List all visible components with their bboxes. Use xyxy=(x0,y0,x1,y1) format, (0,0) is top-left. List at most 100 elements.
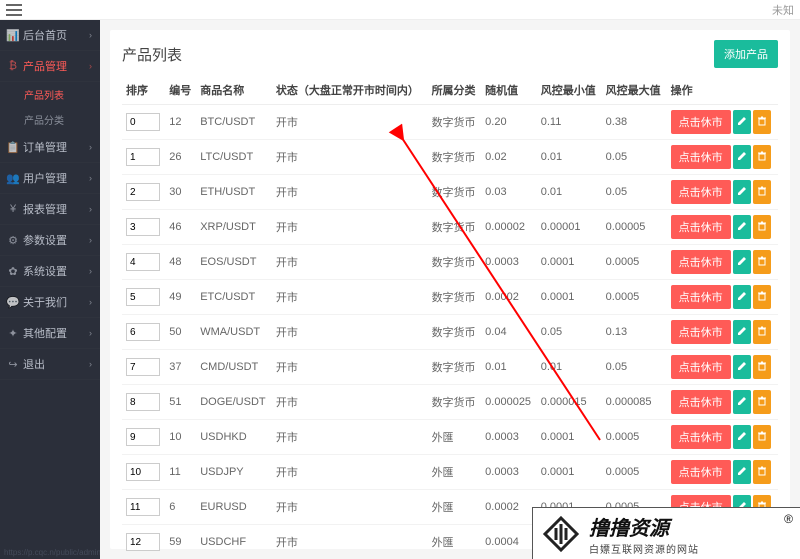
edit-button[interactable] xyxy=(733,460,751,484)
table-row: 10USDHKD开市外匯0.00030.00010.0005点击休市 xyxy=(122,420,778,455)
edit-button[interactable] xyxy=(733,180,751,204)
delete-button[interactable] xyxy=(753,110,771,134)
sidebar-item-0[interactable]: 📊后台首页› xyxy=(0,20,100,51)
sidebar-item-5[interactable]: ⚙参数设置› xyxy=(0,225,100,256)
cell-category: 数字货币 xyxy=(428,175,482,210)
sort-input[interactable] xyxy=(126,323,160,341)
toggle-market-button[interactable]: 点击休市 xyxy=(671,145,731,169)
column-header: 所属分类 xyxy=(428,76,482,105)
product-icon: ₿ xyxy=(8,61,18,71)
cell-max: 0.05 xyxy=(602,350,667,385)
toggle-market-button[interactable]: 点击休市 xyxy=(671,390,731,414)
edit-button[interactable] xyxy=(733,390,751,414)
cell-id: 59 xyxy=(165,525,196,559)
edit-button[interactable] xyxy=(733,425,751,449)
sort-input[interactable] xyxy=(126,288,160,306)
delete-button[interactable] xyxy=(753,180,771,204)
chevron-right-icon: › xyxy=(89,173,92,183)
cell-status: 开市 xyxy=(272,280,428,315)
table-row: 49ETC/USDT开市数字货币0.00020.00010.0005点击休市 xyxy=(122,280,778,315)
cell-min: 0.00001 xyxy=(537,210,602,245)
delete-button[interactable] xyxy=(753,145,771,169)
sidebar-item-3[interactable]: 👥用户管理› xyxy=(0,163,100,194)
toggle-market-button[interactable]: 点击休市 xyxy=(671,285,731,309)
user-icon: 👥 xyxy=(8,173,18,183)
cell-status: 开市 xyxy=(272,315,428,350)
chevron-right-icon: › xyxy=(89,328,92,338)
sort-input[interactable] xyxy=(126,218,160,236)
cell-min: 0.01 xyxy=(537,350,602,385)
cell-random: 0.000025 xyxy=(481,385,537,420)
sort-input[interactable] xyxy=(126,113,160,131)
delete-button[interactable] xyxy=(753,355,771,379)
sort-input[interactable] xyxy=(126,253,160,271)
current-user: 未知 xyxy=(772,2,794,18)
sidebar-sub-1-0[interactable]: 产品列表 xyxy=(0,82,100,107)
sort-input[interactable] xyxy=(126,498,160,516)
sidebar-item-2[interactable]: 📋订单管理› xyxy=(0,132,100,163)
delete-button[interactable] xyxy=(753,390,771,414)
cell-random: 0.01 xyxy=(481,350,537,385)
sidebar-item-1[interactable]: ₿产品管理› xyxy=(0,51,100,82)
toggle-market-button[interactable]: 点击休市 xyxy=(671,215,731,239)
delete-button[interactable] xyxy=(753,215,771,239)
cell-name: EURUSD xyxy=(196,490,272,525)
toggle-market-button[interactable]: 点击休市 xyxy=(671,425,731,449)
sidebar-item-label: 产品管理 xyxy=(23,58,67,74)
edit-button[interactable] xyxy=(733,355,751,379)
cell-category: 外匯 xyxy=(428,525,482,559)
edit-button[interactable] xyxy=(733,215,751,239)
toggle-market-button[interactable]: 点击休市 xyxy=(671,320,731,344)
cell-status: 开市 xyxy=(272,525,428,559)
delete-button[interactable] xyxy=(753,320,771,344)
sort-input[interactable] xyxy=(126,428,160,446)
about-icon: 💬 xyxy=(8,297,18,307)
delete-button[interactable] xyxy=(753,250,771,274)
chevron-right-icon: › xyxy=(89,266,92,276)
sidebar-item-7[interactable]: 💬关于我们› xyxy=(0,287,100,318)
delete-button[interactable] xyxy=(753,285,771,309)
delete-button[interactable] xyxy=(753,425,771,449)
toggle-market-button[interactable]: 点击休市 xyxy=(671,110,731,134)
add-product-button[interactable]: 添加产品 xyxy=(714,40,778,68)
toggle-market-button[interactable]: 点击休市 xyxy=(671,355,731,379)
cell-status: 开市 xyxy=(272,490,428,525)
sidebar-item-9[interactable]: ↪退出› xyxy=(0,349,100,380)
cell-name: WMA/USDT xyxy=(196,315,272,350)
cell-id: 49 xyxy=(165,280,196,315)
other-icon: ✦ xyxy=(8,328,18,338)
cell-max: 0.0005 xyxy=(602,420,667,455)
sidebar-sub-1-1[interactable]: 产品分类 xyxy=(0,107,100,132)
table-row: 51DOGE/USDT开市数字货币0.0000250.0000150.00008… xyxy=(122,385,778,420)
cell-id: 10 xyxy=(165,420,196,455)
toggle-market-button[interactable]: 点击休市 xyxy=(671,180,731,204)
sidebar-item-4[interactable]: ¥报表管理› xyxy=(0,194,100,225)
cell-status: 开市 xyxy=(272,140,428,175)
edit-button[interactable] xyxy=(733,250,751,274)
edit-button[interactable] xyxy=(733,145,751,169)
cell-status: 开市 xyxy=(272,385,428,420)
table-row: 48EOS/USDT开市数字货币0.00030.00010.0005点击休市 xyxy=(122,245,778,280)
menu-toggle-icon[interactable] xyxy=(6,4,22,16)
sort-input[interactable] xyxy=(126,183,160,201)
cell-status: 开市 xyxy=(272,245,428,280)
toggle-market-button[interactable]: 点击休市 xyxy=(671,460,731,484)
sort-input[interactable] xyxy=(126,463,160,481)
sort-input[interactable] xyxy=(126,358,160,376)
sort-input[interactable] xyxy=(126,393,160,411)
edit-button[interactable] xyxy=(733,320,751,344)
toggle-market-button[interactable]: 点击休市 xyxy=(671,250,731,274)
table-row: 11USDJPY开市外匯0.00030.00010.0005点击休市 xyxy=(122,455,778,490)
edit-button[interactable] xyxy=(733,110,751,134)
cell-random: 0.0003 xyxy=(481,455,537,490)
sort-input[interactable] xyxy=(126,533,160,551)
cell-name: USDCHF xyxy=(196,525,272,559)
column-header: 商品名称 xyxy=(196,76,272,105)
cell-max: 0.05 xyxy=(602,140,667,175)
delete-button[interactable] xyxy=(753,460,771,484)
sidebar-item-6[interactable]: ✿系统设置› xyxy=(0,256,100,287)
sidebar-item-8[interactable]: ✦其他配置› xyxy=(0,318,100,349)
table-row: 50WMA/USDT开市数字货币0.040.050.13点击休市 xyxy=(122,315,778,350)
sort-input[interactable] xyxy=(126,148,160,166)
edit-button[interactable] xyxy=(733,285,751,309)
